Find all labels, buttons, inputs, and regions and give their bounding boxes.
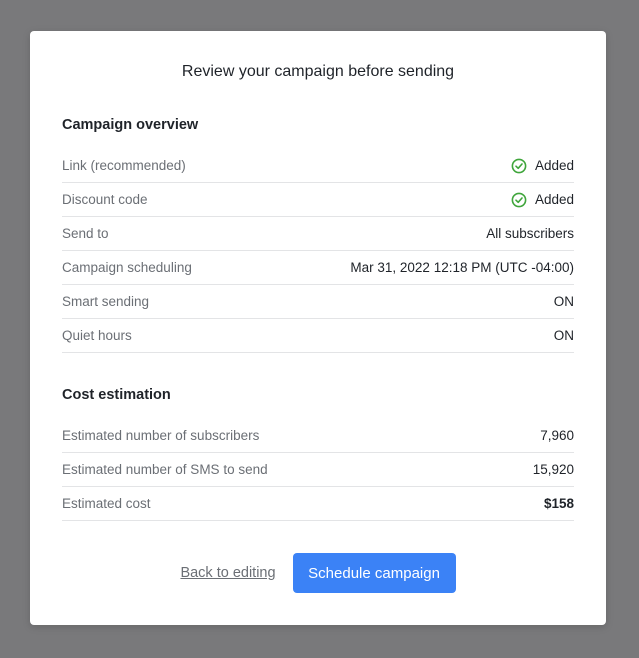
back-to-editing-link[interactable]: Back to editing [180, 565, 275, 581]
campaign-overview-list: Link (recommended) Added Discount code A… [62, 149, 574, 353]
row-value: 15,920 [532, 462, 574, 477]
row-value: All subscribers [486, 226, 574, 241]
review-campaign-dialog: Review your campaign before sending Camp… [30, 31, 606, 625]
row-label: Estimated number of subscribers [62, 428, 260, 443]
overview-row-send-to: Send to All subscribers [62, 217, 574, 251]
status-text: Added [534, 192, 574, 207]
row-label: Estimated number of SMS to send [62, 462, 268, 477]
row-label: Link (recommended) [62, 158, 186, 173]
cost-row-subscribers: Estimated number of subscribers 7,960 [62, 419, 574, 453]
dialog-title: Review your campaign before sending [181, 63, 455, 80]
campaign-overview-heading: Campaign overview [62, 117, 199, 133]
row-value: 7,960 [540, 428, 574, 443]
row-label: Smart sending [62, 294, 150, 309]
row-label: Send to [62, 226, 109, 241]
schedule-campaign-button[interactable]: Schedule campaign [292, 553, 456, 593]
overview-row-discount-code: Discount code Added [62, 183, 574, 217]
row-value: ON [553, 294, 574, 309]
status-text: Added [534, 158, 574, 173]
overview-row-quiet-hours: Quiet hours ON [62, 319, 574, 353]
overview-row-smart-sending: Smart sending ON [62, 285, 574, 319]
cost-row-sms-count: Estimated number of SMS to send 15,920 [62, 453, 574, 487]
row-value: $158 [543, 496, 574, 511]
row-label: Campaign scheduling [62, 260, 192, 275]
row-label: Discount code [62, 192, 148, 207]
overview-row-scheduling: Campaign scheduling Mar 31, 2022 12:18 P… [62, 251, 574, 285]
row-value: ON [553, 328, 574, 343]
cost-estimation-list: Estimated number of subscribers 7,960 Es… [62, 419, 574, 521]
overview-row-link: Link (recommended) Added [62, 149, 574, 183]
row-value: Added [511, 192, 574, 208]
dialog-footer: Back to editing Schedule campaign [30, 553, 606, 593]
row-label: Estimated cost [62, 496, 151, 511]
row-label: Quiet hours [62, 328, 132, 343]
row-value: Mar 31, 2022 12:18 PM (UTC -04:00) [350, 260, 574, 275]
cost-row-estimated-cost: Estimated cost $158 [62, 487, 574, 521]
row-value: Added [511, 158, 574, 174]
check-circle-icon [511, 158, 527, 173]
check-circle-icon [511, 192, 527, 207]
cost-estimation-heading: Cost estimation [62, 387, 171, 403]
